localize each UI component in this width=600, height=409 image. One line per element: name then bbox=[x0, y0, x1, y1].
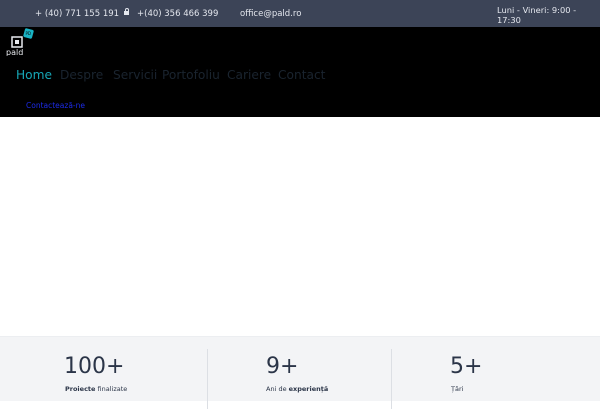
stat-projects-label: Proiecte finalizate bbox=[65, 385, 127, 393]
opening-hours: Luni - Vineri: 9:00 - 17:30 bbox=[497, 5, 577, 25]
stats-bar: 100+ Proiecte finalizate 9+ Ani de exper… bbox=[0, 336, 600, 409]
nav-despre[interactable]: Despre bbox=[60, 69, 103, 81]
stats-divider bbox=[207, 349, 208, 409]
stat-experience-label-pre: Ani de bbox=[266, 385, 289, 393]
nav-contact[interactable]: Contact bbox=[278, 69, 325, 81]
stat-experience-label-bold: experiență bbox=[288, 385, 329, 393]
phone-secondary[interactable]: +(40) 356 466 399 bbox=[124, 8, 219, 19]
stat-countries: 5+ Țări bbox=[450, 354, 483, 394]
phone-primary[interactable]: + (40) 771 155 191 bbox=[35, 10, 119, 19]
site-header: PD pald Home Despre Servicii Portofoliu … bbox=[0, 27, 600, 117]
email-link[interactable]: office@pald.ro bbox=[240, 10, 301, 19]
stat-projects-label-rest: finalizate bbox=[95, 385, 128, 393]
phone-secondary-text: +(40) 356 466 399 bbox=[137, 9, 219, 19]
chip-icon-label: PD bbox=[26, 31, 32, 36]
pald-logo[interactable]: PD pald bbox=[5, 28, 37, 56]
nav-home[interactable]: Home bbox=[16, 69, 52, 81]
stat-projects: 100+ Proiecte finalizate bbox=[64, 354, 127, 394]
logo-text: pald bbox=[6, 48, 23, 56]
stats-divider bbox=[391, 349, 392, 409]
nav-portofoliu[interactable]: Portofoliu bbox=[162, 69, 220, 81]
stat-countries-label: Țări bbox=[451, 385, 464, 393]
lock-icon bbox=[124, 8, 129, 15]
stat-countries-number: 5+ bbox=[450, 354, 483, 379]
contact-us-link[interactable]: Contactează-ne bbox=[26, 102, 85, 110]
stat-experience-label: Ani de experiență bbox=[266, 385, 328, 393]
nav-servicii[interactable]: Servicii bbox=[113, 69, 157, 81]
stat-projects-label-bold: Proiecte bbox=[65, 385, 96, 393]
stat-experience: 9+ Ani de experiență bbox=[266, 354, 328, 394]
stat-projects-number: 100+ bbox=[64, 354, 125, 379]
logo-mark-core bbox=[15, 40, 19, 44]
nav-cariere[interactable]: Cariere bbox=[227, 69, 271, 81]
top-info-bar: + (40) 771 155 191 +(40) 356 466 399 off… bbox=[0, 0, 600, 27]
stat-experience-number: 9+ bbox=[266, 354, 299, 379]
